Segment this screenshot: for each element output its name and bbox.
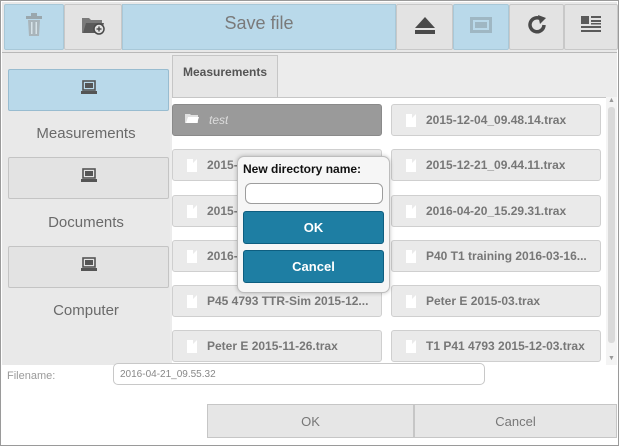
filename-input[interactable]	[113, 363, 485, 385]
file-icon	[406, 204, 416, 218]
scroll-down-icon[interactable]: ▼	[608, 355, 615, 362]
view-toggle-button[interactable]	[564, 4, 618, 50]
folder-item[interactable]: test	[172, 104, 382, 136]
filename-label: Filename:	[7, 370, 56, 382]
sidebar-item-measurements-icon-button[interactable]	[8, 69, 169, 111]
refresh-button[interactable]	[509, 4, 564, 50]
file-icon	[187, 294, 197, 308]
delete-button[interactable]	[4, 4, 64, 50]
file-icon	[187, 158, 197, 172]
folder-icon	[185, 111, 199, 129]
file-icon	[406, 158, 416, 172]
sidebar: Measurements Documents Computer	[2, 53, 170, 365]
sidebar-item-computer[interactable]: Computer	[2, 302, 170, 319]
save-file-window: Save file Measurements Documents Compute…	[0, 0, 619, 446]
tab-measurements[interactable]: Measurements	[172, 55, 278, 98]
file-icon	[406, 249, 416, 263]
file-name: P45 4793 TTR-Sim 2015-12...	[207, 294, 369, 308]
ok-button[interactable]: OK	[207, 404, 414, 438]
window-icon	[469, 16, 493, 39]
trash-icon	[24, 12, 44, 42]
scroll-thumb[interactable]	[608, 107, 615, 343]
sidebar-item-computer-icon-button[interactable]	[8, 246, 169, 288]
cancel-button[interactable]: Cancel	[414, 404, 617, 438]
sidebar-item-documents-icon-button[interactable]	[8, 157, 169, 199]
sidebar-item-measurements[interactable]: Measurements	[2, 125, 170, 142]
file-icon	[187, 339, 197, 353]
file-item[interactable]: T1 P41 4793 2015-12-03.trax	[391, 330, 601, 362]
laptop-icon	[80, 256, 98, 278]
toolbar: Save file	[2, 2, 618, 53]
file-item[interactable]: 2016-04-20_15.29.31.trax	[391, 195, 601, 227]
file-icon	[406, 113, 416, 127]
window-button[interactable]	[453, 4, 509, 50]
dialog-title-bar: Save file	[122, 4, 396, 50]
refresh-icon	[526, 14, 548, 41]
file-icon	[187, 204, 197, 218]
file-name: 2016-04-20_15.29.31.trax	[426, 204, 567, 218]
dialog-cancel-button[interactable]: Cancel	[243, 250, 384, 283]
file-item[interactable]: P40 T1 training 2016-03-16...	[391, 240, 601, 272]
tab-label: Measurements	[183, 65, 268, 79]
folder-name: test	[209, 113, 229, 127]
laptop-icon	[80, 167, 98, 189]
eject-icon	[414, 15, 436, 40]
directory-name-input[interactable]	[245, 183, 383, 204]
new-directory-dialog: New directory name: OK Cancel	[237, 156, 390, 293]
file-name: 2015-12-04_09.48.14.trax	[426, 113, 567, 127]
laptop-icon	[80, 79, 98, 101]
file-icon	[187, 249, 197, 263]
file-icon	[406, 339, 416, 353]
eject-button[interactable]	[396, 4, 453, 50]
dialog-title: New directory name:	[243, 162, 362, 176]
file-name: T1 P41 4793 2015-12-03.trax	[426, 339, 585, 353]
new-folder-button[interactable]	[64, 4, 122, 50]
file-name: Peter E 2015-03.trax	[426, 294, 541, 308]
file-item[interactable]: 2015-12-04_09.48.14.trax	[391, 104, 601, 136]
file-name: P40 T1 training 2016-03-16...	[426, 249, 587, 263]
sidebar-item-documents[interactable]: Documents	[2, 214, 170, 231]
page-title: Save file	[224, 13, 294, 33]
scroll-up-icon[interactable]: ▲	[608, 97, 615, 104]
file-item[interactable]: 2015-12-21_09.44.11.trax	[391, 149, 601, 181]
vertical-scrollbar[interactable]: ▲ ▼	[606, 97, 617, 365]
new-folder-icon	[80, 14, 106, 41]
file-name: 2015-12-21_09.44.11.trax	[426, 158, 566, 172]
view-list-icon	[580, 15, 602, 40]
file-item[interactable]: Peter E 2015-03.trax	[391, 285, 601, 317]
file-item[interactable]: Peter E 2015-11-26.trax	[172, 330, 382, 362]
file-icon	[406, 294, 416, 308]
dialog-ok-button[interactable]: OK	[243, 211, 384, 244]
file-name: Peter E 2015-11-26.trax	[207, 339, 338, 353]
